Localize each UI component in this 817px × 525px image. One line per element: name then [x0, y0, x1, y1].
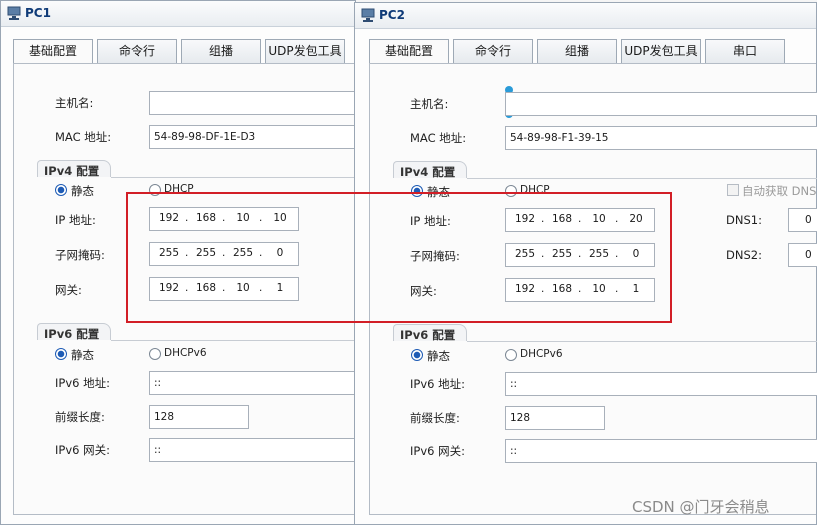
- pc1-ipv6-field[interactable]: ::: [149, 371, 355, 395]
- pc1-gw6-label: IPv6 网关:: [55, 443, 110, 457]
- pc2-static-label: 静态: [427, 185, 450, 199]
- pc2-ipv6-field[interactable]: ::: [505, 372, 817, 396]
- pc1-hostname-label: 主机名:: [55, 96, 94, 110]
- pc1-window: PC1 基础配置 命令行 组播 UDP发包工具 主机名: MAC 地址: 54-…: [0, 0, 356, 525]
- pc2-auto-dns-checkbox[interactable]: [727, 184, 739, 196]
- pc1-static6-label: 静态: [71, 348, 94, 362]
- pc2-mac-label: MAC 地址:: [410, 131, 467, 145]
- pc1-static-label: 静态: [71, 184, 94, 198]
- pc-icon: [361, 8, 375, 22]
- pc1-prefix-label: 前缀长度:: [55, 410, 105, 424]
- pc2-ipv4-group-title: IPv4 配置: [400, 165, 456, 179]
- pc1-titlebar[interactable]: PC1: [1, 1, 355, 27]
- pc2-titlebar[interactable]: PC2: [355, 3, 816, 29]
- pc2-ipv6-group-title: IPv6 配置: [400, 328, 456, 342]
- pc2-gw6-field[interactable]: ::: [505, 439, 817, 463]
- pc2-gw6-label: IPv6 网关:: [410, 444, 465, 458]
- pc1-gateway-label: 网关:: [55, 283, 82, 297]
- pc1-ipv6-label: IPv6 地址:: [55, 376, 110, 390]
- pc2-prefix-field[interactable]: 128: [505, 406, 605, 430]
- pc2-mac-field[interactable]: 54-89-98-F1-39-15: [505, 126, 817, 150]
- pc1-dhcpv6-label: DHCPv6: [164, 347, 207, 359]
- pc1-prefix-field[interactable]: 128: [149, 405, 249, 429]
- pc1-mac-label: MAC 地址:: [55, 130, 112, 144]
- pc1-hostname-field[interactable]: [149, 91, 355, 115]
- pc2-gateway-input[interactable]: 192. 168. 10. 1: [505, 278, 655, 302]
- pc1-mask-label: 子网掩码:: [55, 248, 105, 262]
- pc2-title: PC2: [379, 8, 405, 22]
- pc2-tab-basic[interactable]: 基础配置: [369, 39, 449, 63]
- pc1-tab-basic[interactable]: 基础配置: [13, 39, 93, 63]
- pc2-prefix-label: 前缀长度:: [410, 411, 460, 425]
- pc2-dns2-label: DNS2:: [726, 248, 762, 262]
- pc-icon: [7, 6, 21, 20]
- pc1-tab-cmd[interactable]: 命令行: [97, 39, 177, 63]
- pc2-mask-input[interactable]: 255. 255. 255. 0: [505, 243, 655, 267]
- pc2-dns1-field[interactable]: 0: [788, 208, 817, 232]
- pc2-dns1-label: DNS1:: [726, 213, 762, 227]
- pc2-static6-label: 静态: [427, 349, 450, 363]
- pc1-title: PC1: [25, 6, 51, 20]
- pc2-gateway-label: 网关:: [410, 284, 437, 298]
- pc1-static-radio[interactable]: [55, 184, 67, 196]
- pc2-dns2-field[interactable]: 0: [788, 243, 817, 267]
- pc2-tab-cmd[interactable]: 命令行: [453, 39, 533, 63]
- pc2-tab-serial[interactable]: 串口: [705, 39, 785, 63]
- pc1-mac-field[interactable]: 54-89-98-DF-1E-D3: [149, 125, 355, 149]
- pc1-dhcp-radio[interactable]: [149, 184, 161, 196]
- pc2-dhcpv6-label: DHCPv6: [520, 348, 563, 360]
- pc2-hostname-field[interactable]: [505, 92, 817, 116]
- pc1-dhcp-label: DHCP: [164, 183, 194, 195]
- pc2-hostname-label: 主机名:: [410, 97, 449, 111]
- pc2-static-radio[interactable]: [411, 185, 423, 197]
- pc1-ip-input[interactable]: 192. 168. 10. 10: [149, 207, 299, 231]
- pc2-tab-udp[interactable]: UDP发包工具: [621, 39, 701, 63]
- pc2-dhcp-label: DHCP: [520, 184, 550, 196]
- pc2-tab-multicast[interactable]: 组播: [537, 39, 617, 63]
- pc1-dhcpv6-radio[interactable]: [149, 348, 161, 360]
- pc1-mask-input[interactable]: 255. 255. 255. 0: [149, 242, 299, 266]
- pc2-ipv6-label: IPv6 地址:: [410, 377, 465, 391]
- pc1-gateway-input[interactable]: 192. 168. 10. 1: [149, 277, 299, 301]
- pc1-static6-radio[interactable]: [55, 348, 67, 360]
- pc1-tab-multicast[interactable]: 组播: [181, 39, 261, 63]
- pc2-dhcp-radio[interactable]: [505, 185, 517, 197]
- pc1-tab-udp[interactable]: UDP发包工具: [265, 39, 345, 63]
- pc1-ipv6-group-title: IPv6 配置: [44, 327, 100, 341]
- pc1-ipv4-group-title: IPv4 配置: [44, 164, 100, 178]
- pc2-static6-radio[interactable]: [411, 349, 423, 361]
- pc2-ip-label: IP 地址:: [410, 214, 451, 228]
- pc2-ip-input[interactable]: 192. 168. 10. 20: [505, 208, 655, 232]
- watermark: CSDN @门牙会稍息: [632, 498, 770, 516]
- pc2-auto-dns-label: 自动获取 DNS: [742, 184, 817, 198]
- pc2-mask-label: 子网掩码:: [410, 249, 460, 263]
- pc1-gw6-field[interactable]: ::: [149, 438, 355, 462]
- pc1-ip-label: IP 地址:: [55, 213, 96, 227]
- pc2-dhcpv6-radio[interactable]: [505, 349, 517, 361]
